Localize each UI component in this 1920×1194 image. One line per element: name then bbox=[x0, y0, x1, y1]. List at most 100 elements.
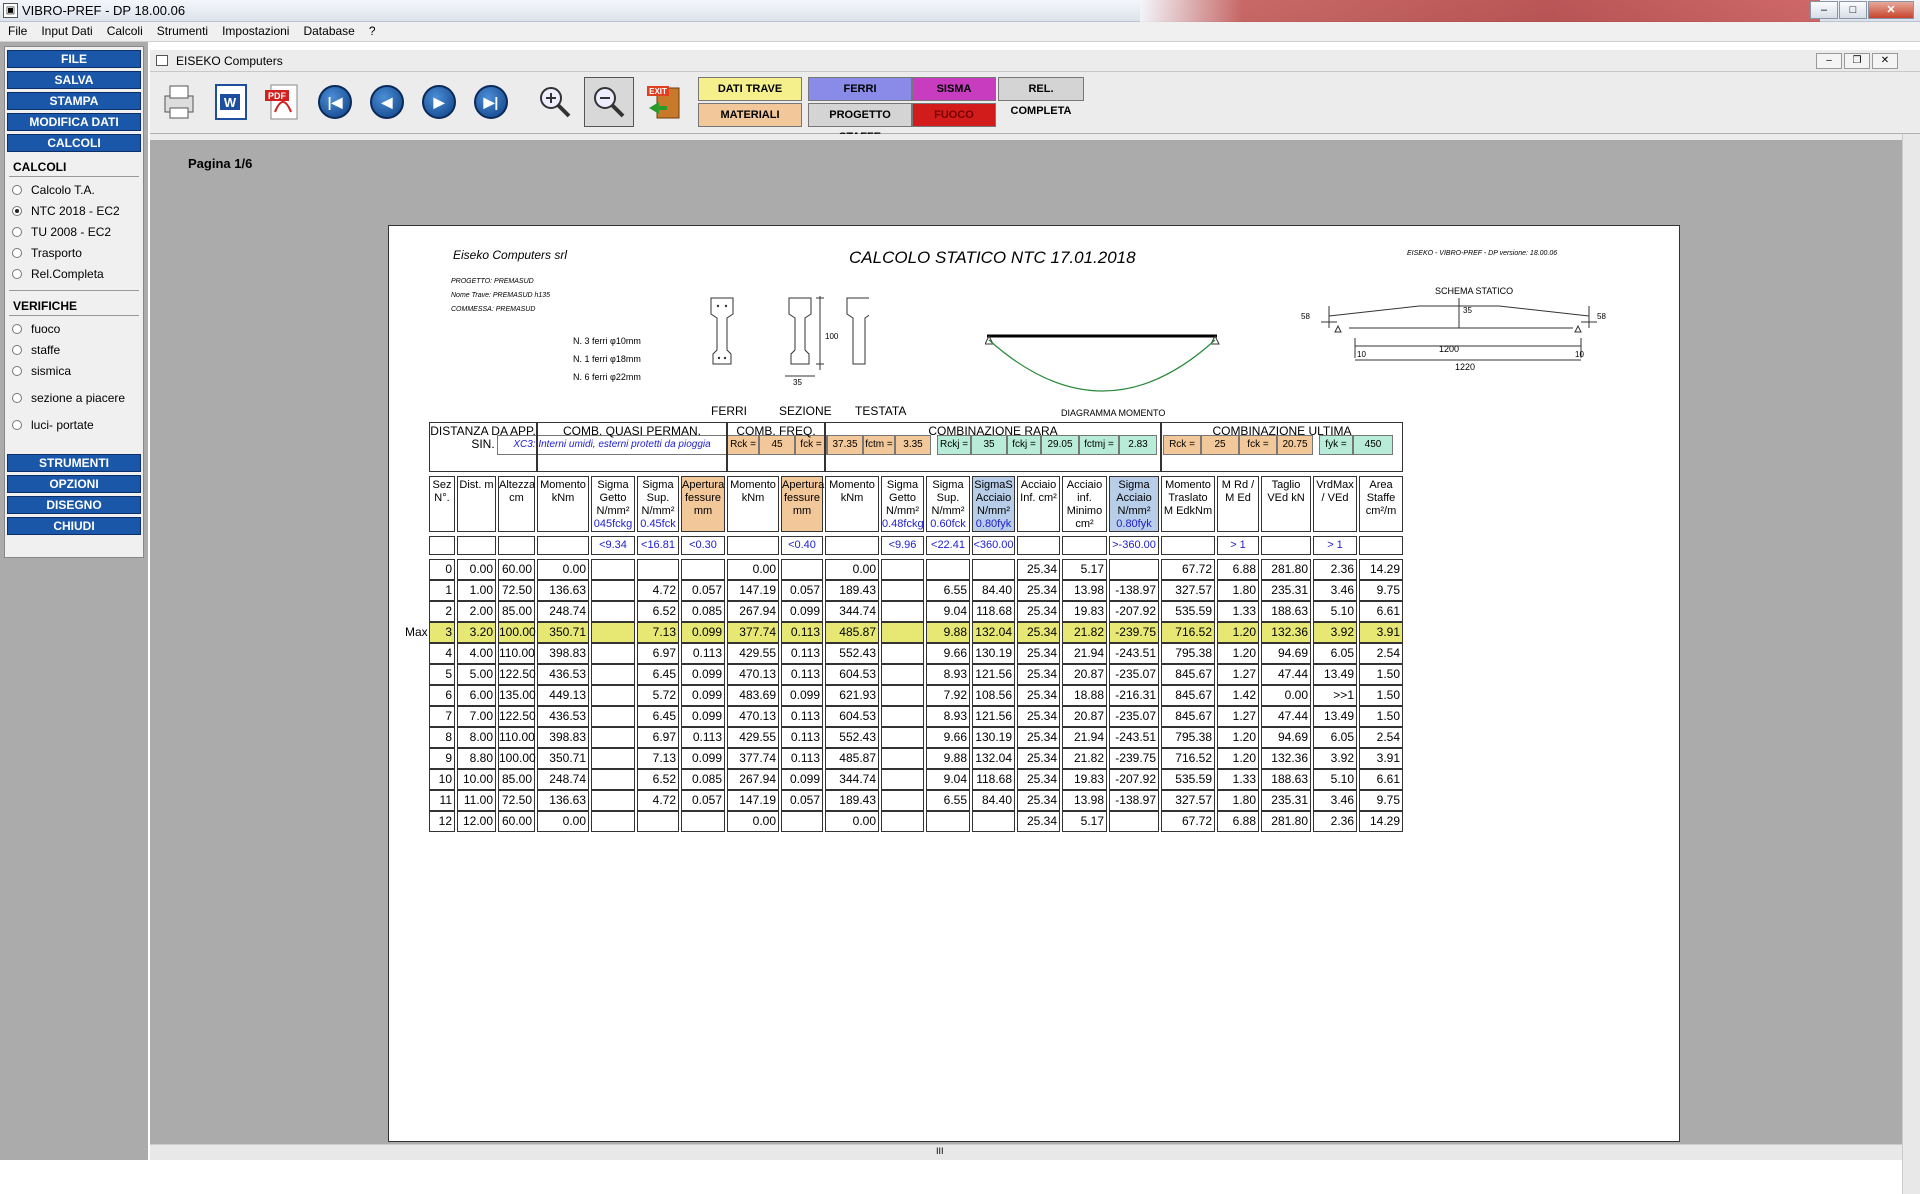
table-cell-r1-c3: 136.63 bbox=[537, 580, 589, 601]
table-cell-r8-c7: 429.55 bbox=[727, 727, 779, 748]
left-bottom-button-1[interactable]: OPZIONI bbox=[7, 475, 141, 493]
table-cell-r2-c15: -207.92 bbox=[1109, 601, 1159, 622]
document-window-title: EISEKO Computers bbox=[176, 54, 283, 68]
left-bottom-button-3[interactable]: CHIUDI bbox=[7, 517, 141, 535]
zoom-in-button[interactable] bbox=[530, 77, 580, 127]
option-calcoli_options-4[interactable]: Rel.Completa bbox=[5, 263, 143, 284]
col-header-text-17: M Rd / M Ed bbox=[1221, 479, 1255, 504]
option-label-calcoli_options-2: TU 2008 - EC2 bbox=[31, 224, 112, 239]
menu-item-0[interactable]: File bbox=[0, 22, 33, 41]
calc-button-6[interactable]: FUOCO bbox=[912, 103, 996, 127]
col-header-text-0: Sez N°. bbox=[432, 479, 452, 504]
table-cell-r12-c17: 6.88 bbox=[1217, 811, 1259, 832]
option-calcoli_options-2[interactable]: TU 2008 - EC2 bbox=[5, 221, 143, 242]
table-cell-r3-c11: 9.88 bbox=[926, 622, 970, 643]
calc-button-5[interactable]: PROGETTO STAFFE bbox=[808, 103, 912, 143]
table-cell-r0-c0: 0 bbox=[429, 559, 455, 580]
table-cell-r8-c14: 21.94 bbox=[1062, 727, 1107, 748]
export-pdf-button[interactable]: PDF bbox=[258, 77, 308, 127]
table-cell-r6-c1: 6.00 bbox=[457, 685, 496, 706]
table-cell-r5-c15: -235.07 bbox=[1109, 664, 1159, 685]
left-button-1[interactable]: SALVA bbox=[7, 71, 141, 89]
table-cell-r4-c20: 2.54 bbox=[1359, 643, 1403, 664]
left-button-2[interactable]: STAMPA bbox=[7, 92, 141, 110]
total-length-label: 1220 bbox=[1455, 362, 1476, 372]
export-word-button[interactable]: W bbox=[206, 77, 256, 127]
zoom-out-button[interactable] bbox=[584, 77, 634, 127]
table-cell-r7-c19: 13.49 bbox=[1313, 706, 1357, 727]
child-close-button[interactable]: ✕ bbox=[1872, 53, 1898, 69]
option-calcoli_options-1[interactable]: NTC 2018 - EC2 bbox=[5, 200, 143, 221]
option-verifiche_options-0[interactable]: fuoco bbox=[5, 318, 143, 339]
table-cell-r6-c17: 1.42 bbox=[1217, 685, 1259, 706]
menu-item-5[interactable]: Database bbox=[295, 22, 360, 41]
menu-item-2[interactable]: Calcoli bbox=[99, 22, 149, 41]
calc-button-4[interactable]: MATERIALI bbox=[698, 103, 802, 127]
table-cell-r4-c3: 398.83 bbox=[537, 643, 589, 664]
prev-page-button[interactable]: ◀ bbox=[362, 77, 412, 127]
horizontal-scrollbar[interactable]: III bbox=[150, 1144, 1902, 1160]
close-button[interactable]: ✕ bbox=[1868, 1, 1914, 19]
left-bottom-button-2[interactable]: DISEGNO bbox=[7, 496, 141, 514]
table-cell-r12-c8 bbox=[781, 811, 823, 832]
table-cell-r1-c15: -138.97 bbox=[1109, 580, 1159, 601]
table-cell-r5-c3: 436.53 bbox=[537, 664, 589, 685]
calc-button-0[interactable]: DATI TRAVE bbox=[698, 77, 802, 101]
table-cell-r2-c7: 267.94 bbox=[727, 601, 779, 622]
child-restore-button[interactable]: ❐ bbox=[1844, 53, 1870, 69]
table-cell-r7-c6: 0.099 bbox=[681, 706, 725, 727]
group-dist: DISTANZA DA APP. SIN. bbox=[429, 422, 537, 472]
table-cell-r4-c1: 4.00 bbox=[457, 643, 496, 664]
radio-calcoli_options-0 bbox=[12, 184, 22, 195]
table-cell-r7-c4 bbox=[591, 706, 635, 727]
calc-button-2[interactable]: SISMA bbox=[912, 77, 996, 101]
table-cell-r5-c12: 121.56 bbox=[972, 664, 1015, 685]
left-button-0[interactable]: FILE bbox=[7, 50, 141, 68]
table-cell-r10-c1: 10.00 bbox=[457, 769, 496, 790]
option-verifiche_options-3[interactable]: sezione a piacere bbox=[5, 387, 143, 408]
print-button[interactable] bbox=[154, 77, 204, 127]
menu-item-4[interactable]: Impostazioni bbox=[214, 22, 295, 41]
next-page-button[interactable]: ▶ bbox=[414, 77, 464, 127]
option-calcoli_options-0[interactable]: Calcolo T.A. bbox=[5, 179, 143, 200]
table-cell-r1-c5: 4.72 bbox=[637, 580, 679, 601]
option-verifiche_options-1[interactable]: staffe bbox=[5, 339, 143, 360]
menu-item-6[interactable]: ? bbox=[361, 22, 382, 41]
vertical-scrollbar[interactable] bbox=[1902, 134, 1920, 1194]
table-cell-r7-c12: 121.56 bbox=[972, 706, 1015, 727]
last-page-button[interactable]: ▶| bbox=[466, 77, 516, 127]
exit-button[interactable]: EXIT bbox=[640, 77, 690, 127]
table-cell-r3-c8: 0.113 bbox=[781, 622, 823, 643]
option-verifiche_options-4[interactable]: luci- portate bbox=[5, 414, 143, 435]
table-cell-r0-c14: 5.17 bbox=[1062, 559, 1107, 580]
table-cell-r7-c0: 7 bbox=[429, 706, 455, 727]
child-minimize-button[interactable]: – bbox=[1816, 53, 1842, 69]
table-cell-r6-c16: 845.67 bbox=[1161, 685, 1215, 706]
left-button-4[interactable]: CALCOLI bbox=[7, 134, 141, 152]
version-note: EISEKO - VIBRO-PREF - DP versione: 18.00… bbox=[1407, 250, 1558, 257]
option-calcoli_options-3[interactable]: Trasporto bbox=[5, 242, 143, 263]
menu-item-3[interactable]: Strumenti bbox=[149, 22, 214, 41]
table-cell-r0-c15 bbox=[1109, 559, 1159, 580]
maximize-button[interactable]: □ bbox=[1839, 1, 1867, 19]
table-cell-r7-c18: 47.44 bbox=[1261, 706, 1311, 727]
limit-cell-18 bbox=[1261, 536, 1311, 555]
first-page-button[interactable]: |◀ bbox=[310, 77, 360, 127]
col-header-text-20: Area Staffe cm²/m bbox=[1365, 479, 1397, 517]
table-cell-r11-c7: 147.19 bbox=[727, 790, 779, 811]
option-label-calcoli_options-4: Rel.Completa bbox=[31, 266, 104, 281]
table-cell-r1-c14: 13.98 bbox=[1062, 580, 1107, 601]
menu-item-1[interactable]: Input Dati bbox=[33, 22, 98, 41]
calc-button-1[interactable]: FERRI bbox=[808, 77, 912, 101]
table-cell-r2-c11: 9.04 bbox=[926, 601, 970, 622]
minimize-button[interactable]: – bbox=[1810, 1, 1838, 19]
table-cell-r2-c13: 25.34 bbox=[1017, 601, 1060, 622]
table-cell-r3-c20: 3.91 bbox=[1359, 622, 1403, 643]
calc-button-3[interactable]: REL. COMPLETA bbox=[998, 77, 1084, 117]
limit-cell-13 bbox=[1017, 536, 1060, 555]
left-button-3[interactable]: MODIFICA DATI bbox=[7, 113, 141, 131]
right-end-label: 10 bbox=[1575, 350, 1584, 359]
left-bottom-button-0[interactable]: STRUMENTI bbox=[7, 454, 141, 472]
option-verifiche_options-2[interactable]: sismica bbox=[5, 360, 143, 381]
table-cell-r11-c2: 72.50 bbox=[498, 790, 535, 811]
